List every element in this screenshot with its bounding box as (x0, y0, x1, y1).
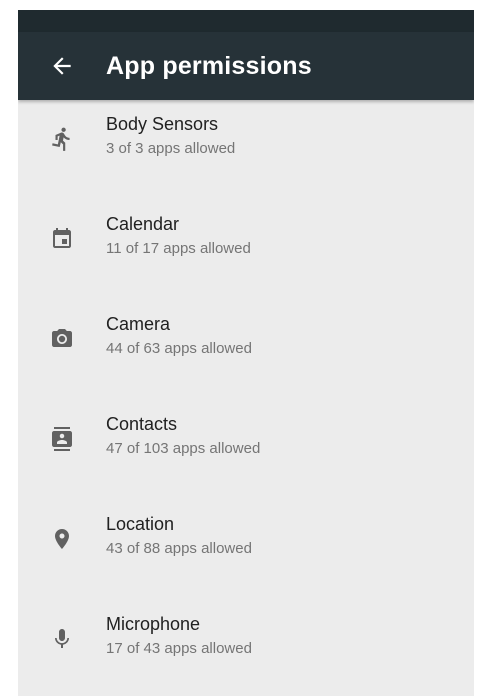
running-person-icon (18, 116, 106, 162)
permission-title: Microphone (106, 614, 201, 634)
calendar-icon (18, 216, 106, 262)
permission-summary: 43 of 88 apps allowed (106, 540, 252, 557)
permission-summary: 3 of 3 apps allowed (106, 140, 236, 157)
permission-item-location[interactable]: Location 43 of 88 apps allowed (18, 510, 474, 610)
app-frame: App permissions Body Sensors 3 of 3 apps… (18, 10, 474, 696)
microphone-icon (18, 616, 106, 662)
toolbar: App permissions (18, 32, 474, 100)
permission-title: Contacts (106, 414, 178, 434)
permission-item-calendar[interactable]: Calendar 11 of 17 apps allowed (18, 210, 474, 310)
permission-title: Camera (106, 314, 171, 334)
permission-summary: 17 of 43 apps allowed (106, 640, 252, 657)
permission-item-contacts[interactable]: Contacts 47 of 103 apps allowed (18, 410, 474, 510)
back-button[interactable] (18, 32, 106, 100)
location-pin-icon (18, 516, 106, 562)
status-bar (18, 10, 474, 32)
page-title: App permissions (106, 51, 312, 80)
permission-title: Calendar (106, 214, 180, 234)
arrow-back-icon (49, 53, 75, 79)
permission-title: Location (106, 514, 175, 534)
permission-summary: 47 of 103 apps allowed (106, 440, 261, 457)
permission-summary: 11 of 17 apps allowed (106, 240, 251, 257)
permission-list: Body Sensors 3 of 3 apps allowed Calenda… (18, 100, 474, 696)
contacts-icon (18, 416, 106, 462)
camera-icon (18, 316, 106, 362)
permission-title: Body Sensors (106, 114, 219, 134)
permission-item-body-sensors[interactable]: Body Sensors 3 of 3 apps allowed (18, 110, 474, 210)
permission-item-camera[interactable]: Camera 44 of 63 apps allowed (18, 310, 474, 410)
permission-item-microphone[interactable]: Microphone 17 of 43 apps allowed (18, 610, 474, 696)
permission-summary: 44 of 63 apps allowed (106, 340, 252, 357)
